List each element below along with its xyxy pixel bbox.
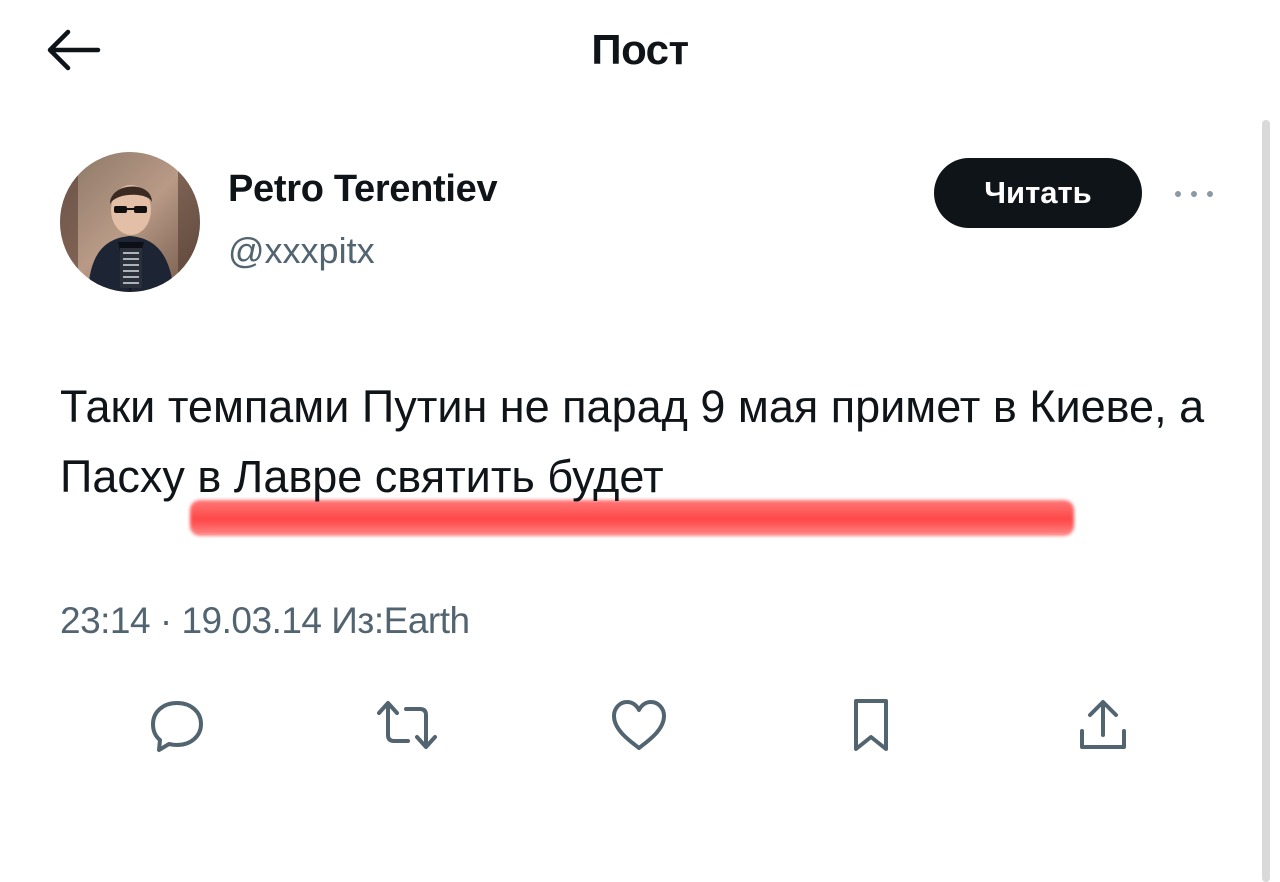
source-prefix: Из:	[331, 600, 384, 641]
like-icon	[612, 700, 666, 750]
more-options-button[interactable]	[1168, 176, 1220, 212]
follow-button[interactable]: Читать	[934, 158, 1142, 228]
reply-icon	[151, 701, 203, 752]
post-text: Таки темпами Путин не парад 9 мая примет…	[60, 381, 1205, 502]
post-date: 19.03.14	[181, 600, 322, 641]
reply-button[interactable]	[142, 690, 212, 760]
bookmark-icon	[854, 699, 888, 751]
author-handle[interactable]: @xxxpitx	[228, 230, 375, 272]
avatar[interactable]	[60, 152, 200, 292]
repost-icon	[377, 701, 437, 749]
bookmark-button[interactable]	[836, 690, 906, 760]
meta-separator: ·	[159, 600, 172, 641]
post-meta: 23:14 · 19.03.14 Из:Earth	[60, 600, 470, 642]
scrollbar[interactable]	[1262, 120, 1270, 882]
post-source: Earth	[383, 600, 470, 641]
share-icon	[1080, 700, 1126, 749]
share-button[interactable]	[1068, 690, 1138, 760]
page-title: Пост	[591, 26, 689, 73]
repost-button[interactable]	[372, 690, 442, 760]
post-time: 23:14	[60, 600, 151, 641]
more-dots-icon	[1175, 191, 1213, 197]
post-header: Пост	[0, 0, 1280, 100]
author-name[interactable]: Petro Terentiev	[228, 168, 498, 211]
like-button[interactable]	[604, 690, 674, 760]
